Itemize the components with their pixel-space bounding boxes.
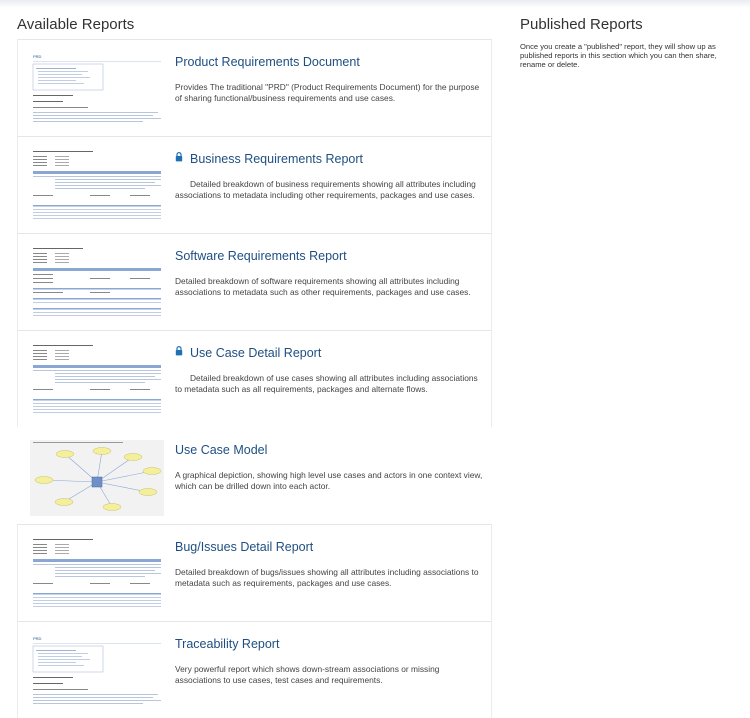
report-card-bug-issues[interactable]: Bug/Issues Detail Report Detailed breakd… [17, 524, 492, 621]
svg-text:PRD: PRD [33, 636, 42, 641]
detail-table-thumbnail [33, 539, 161, 607]
report-card-traceability[interactable]: PRD Traceability Report Very powerful re… [17, 621, 492, 718]
svg-text:PRD: PRD [33, 54, 42, 59]
report-thumbnail: PRD [30, 52, 164, 128]
report-card-software-requirements[interactable]: Software Requirements Report Detailed br… [17, 233, 492, 330]
report-description: Detailed breakdown of business requireme… [175, 179, 485, 201]
report-card-business-requirements[interactable]: Business Requirements Report Detailed br… [17, 136, 492, 233]
report-card-use-case-detail[interactable]: Use Case Detail Report Detailed breakdow… [17, 330, 492, 427]
report-thumbnail [30, 440, 164, 516]
report-description: Detailed breakdown of software requireme… [175, 276, 471, 297]
prd-document-thumbnail: PRD [30, 52, 164, 128]
report-thumbnail: PRD [30, 634, 164, 710]
report-description: Provides The traditional "PRD" (Product … [175, 82, 480, 103]
report-description: Detailed breakdown of use cases showing … [175, 373, 485, 395]
report-thumbnail [30, 149, 164, 225]
report-description-text: Detailed breakdown of business requireme… [175, 179, 476, 200]
report-title[interactable]: Use Case Detail Report [190, 346, 321, 360]
report-thumbnail [30, 246, 164, 322]
report-description: Very powerful report which shows down-st… [175, 664, 440, 685]
report-title[interactable]: Product Requirements Document [175, 55, 360, 69]
lock-icon [175, 152, 183, 162]
report-card-prd[interactable]: PRD Product Requirements Document Provid… [17, 39, 492, 136]
diagram-thumbnail [30, 440, 164, 516]
top-shadow-bar [0, 0, 750, 8]
available-reports-list: PRD Product Requirements Document Provid… [17, 39, 492, 718]
form-table-thumbnail [33, 248, 161, 316]
report-thumbnail [30, 537, 164, 613]
report-thumbnail [30, 343, 164, 419]
report-title[interactable]: Traceability Report [175, 637, 279, 651]
report-title[interactable]: Bug/Issues Detail Report [175, 540, 313, 554]
report-title[interactable]: Business Requirements Report [190, 152, 363, 166]
available-reports-heading: Available Reports [17, 16, 135, 33]
report-description-text: Detailed breakdown of use cases showing … [175, 373, 478, 394]
lock-icon [175, 346, 183, 356]
detail-table-thumbnail [33, 345, 161, 413]
published-reports-heading: Published Reports [520, 16, 643, 33]
report-description: Detailed breakdown of bugs/issues showin… [175, 567, 479, 588]
report-title[interactable]: Use Case Model [175, 443, 267, 457]
prd-document-thumbnail: PRD [30, 634, 164, 710]
published-reports-description: Once you create a "published" report, th… [520, 42, 717, 69]
report-description: A graphical depiction, showing high leve… [175, 470, 483, 491]
report-title[interactable]: Software Requirements Report [175, 249, 347, 263]
report-card-use-case-model[interactable]: Use Case Model A graphical depiction, sh… [17, 427, 492, 524]
detail-table-thumbnail [33, 151, 161, 219]
